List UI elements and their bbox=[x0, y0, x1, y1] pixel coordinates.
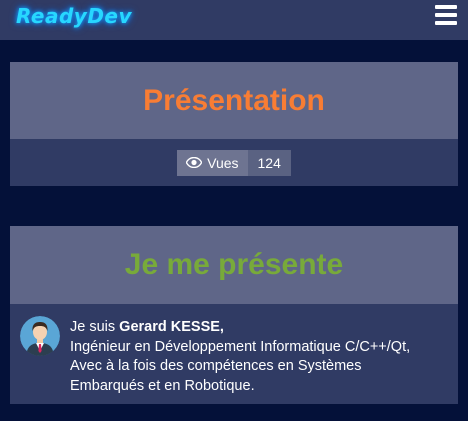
presentation-card: Présentation Vues 124 bbox=[10, 62, 458, 186]
bio-line-2: Ingénieur en Développement Informatique … bbox=[70, 338, 411, 355]
logo[interactable]: ReadyDev bbox=[16, 4, 132, 28]
views-counter: Vues 124 bbox=[177, 149, 291, 176]
eye-icon bbox=[186, 157, 203, 168]
bio-name: Gerard KESSE, bbox=[119, 319, 224, 335]
intro-title: Je me présente bbox=[124, 248, 344, 281]
intro-header: Je me présente bbox=[10, 226, 458, 304]
hamburger-menu-icon[interactable] bbox=[435, 5, 457, 25]
presentation-body: Vues 124 bbox=[10, 139, 458, 186]
bio-line-1: Je suis Gerard KESSE, bbox=[70, 318, 410, 338]
views-count: 124 bbox=[247, 149, 291, 176]
bio-line-4: Embarqués et en Robotique. bbox=[70, 377, 255, 394]
intro-card: Je me présente Je suis Gerard KESSE, Ing… bbox=[10, 226, 458, 404]
intro-body: Je suis Gerard KESSE, Ingénieur en Dével… bbox=[10, 304, 458, 404]
bio-text: Je suis Gerard KESSE, Ingénieur en Dével… bbox=[70, 318, 410, 396]
views-label-box: Vues bbox=[177, 149, 248, 176]
avatar-man-icon bbox=[20, 316, 60, 356]
presentation-title: Présentation bbox=[143, 83, 325, 117]
presentation-header: Présentation bbox=[10, 62, 458, 139]
navbar: ReadyDev bbox=[0, 0, 468, 40]
bio-prefix: Je suis bbox=[70, 319, 120, 335]
bio-line-3: Avec à la fois des compétences en Systèm… bbox=[70, 358, 362, 374]
views-label: Vues bbox=[207, 154, 239, 171]
